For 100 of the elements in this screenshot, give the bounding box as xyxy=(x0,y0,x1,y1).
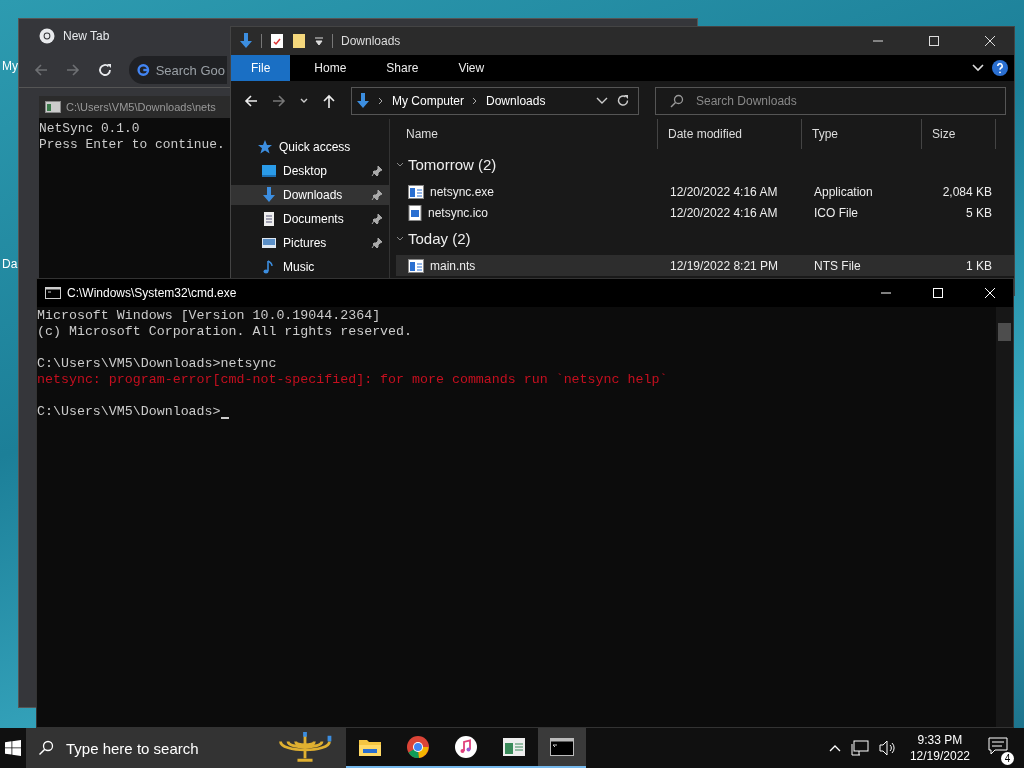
dropdown-icon[interactable] xyxy=(314,36,324,46)
back-arrow-icon[interactable] xyxy=(243,93,259,109)
console-line: Microsoft Windows [Version 10.0.19044.2364] xyxy=(37,308,381,324)
group-header[interactable]: Today (2) xyxy=(408,223,471,255)
refresh-icon[interactable] xyxy=(616,94,630,108)
up-arrow-icon[interactable] xyxy=(321,93,337,109)
console-app-icon xyxy=(45,287,61,299)
pictures-icon xyxy=(261,235,277,251)
star-icon xyxy=(257,139,273,155)
table-cell-text: Application xyxy=(813,184,874,199)
search-field[interactable]: Search Downloads xyxy=(655,87,1006,115)
window-title: Downloads xyxy=(341,34,401,48)
taskbar-search-field[interactable]: Type here to search xyxy=(26,728,346,768)
notification-count-badge: 4 xyxy=(1001,752,1014,765)
window-title: C:\Windows\System32\cmd.exe xyxy=(67,286,237,300)
table-cell-text: 1 KB xyxy=(965,258,993,273)
terminal-icon xyxy=(550,738,574,756)
network-icon[interactable] xyxy=(850,740,869,756)
file-row[interactable]: netsync.exe 12/20/2022 4:16 AM Application 2,084 KB xyxy=(396,181,1014,202)
collapse-chevron-icon[interactable] xyxy=(396,236,404,242)
clock-time: 9:33 PM xyxy=(917,732,963,748)
browser-tab[interactable]: New Tab xyxy=(63,29,110,43)
forward-arrow-icon[interactable] xyxy=(271,93,287,109)
console-line: Press Enter to continue. xyxy=(39,137,226,153)
breadcrumb-chevron-icon xyxy=(378,97,384,105)
nav-item[interactable]: Documents xyxy=(231,209,389,229)
menorah-icon xyxy=(276,732,334,764)
scrollbar[interactable] xyxy=(996,307,1013,727)
console-line: netsync: program-error[cmd-not-specified]: for more commands run `netsync help` xyxy=(37,372,668,388)
console-line: C:\Users\VM5\Downloads> xyxy=(37,404,221,420)
breadcrumb-item[interactable]: My Computer xyxy=(392,94,465,108)
file-name: main.nts xyxy=(430,258,476,273)
column-header[interactable]: Size xyxy=(922,119,996,149)
table-cell-text: 5 KB xyxy=(965,205,993,220)
column-header[interactable]: Type xyxy=(802,119,922,149)
console-line: (c) Microsoft Corporation. All rights reserved. xyxy=(37,324,413,340)
console-line: C:\Users\VM5\Downloads>netsync xyxy=(37,356,277,372)
music-note-icon xyxy=(454,735,478,759)
properties-icon[interactable] xyxy=(270,33,284,49)
notification-icon[interactable] xyxy=(988,737,1008,755)
desktop-icon-label[interactable]: Da xyxy=(2,257,18,271)
g-logo-icon xyxy=(137,62,150,78)
maximize-icon[interactable] xyxy=(929,36,939,46)
nav-item[interactable]: Downloads xyxy=(231,185,389,205)
search-icon xyxy=(670,94,684,108)
start-windows-icon[interactable] xyxy=(5,740,21,756)
document-icon xyxy=(261,211,277,227)
group-header[interactable]: Tomorrow (2) xyxy=(408,149,497,181)
console-line: NetSync 0.1.0 xyxy=(39,121,141,137)
address-bar[interactable]: Search Goo xyxy=(129,56,227,84)
breadcrumb-chevron-icon xyxy=(472,97,479,105)
table-cell-text: 2,084 KB xyxy=(941,184,993,199)
table-cell-text: 12/19/2022 8:21 PM xyxy=(669,258,780,273)
browser-logo-icon xyxy=(39,28,55,44)
volume-icon[interactable] xyxy=(878,740,897,756)
close-icon[interactable] xyxy=(985,36,995,46)
chevron-up-icon[interactable] xyxy=(828,744,841,752)
search-icon xyxy=(38,740,54,756)
clock-date: 12/19/2022 xyxy=(909,748,970,764)
ribbon-tab[interactable]: Share xyxy=(370,55,435,81)
nav-item[interactable]: Desktop xyxy=(231,161,389,181)
app-file-icon xyxy=(408,184,424,199)
breadcrumb-item[interactable]: Downloads xyxy=(486,94,546,108)
download-arrow-icon xyxy=(239,33,253,49)
browser-logo-icon xyxy=(406,735,430,759)
scrollbar-thumb[interactable] xyxy=(998,323,1011,341)
nav-item[interactable]: Quick access xyxy=(231,137,389,157)
file-row[interactable]: netsync.ico 12/20/2022 4:16 AM ICO File 5 KB xyxy=(396,202,1014,223)
text-cursor xyxy=(220,417,229,419)
column-header[interactable]: Date modified xyxy=(658,119,802,149)
table-cell-text: 12/20/2022 4:16 AM xyxy=(669,205,779,220)
new-folder-icon[interactable] xyxy=(292,33,306,49)
app-window-icon xyxy=(502,737,526,757)
desktop-icon xyxy=(261,163,277,179)
folder-icon xyxy=(358,737,382,757)
column-header[interactable]: Name xyxy=(396,119,658,149)
address-bar[interactable]: My Computer Downloads xyxy=(351,87,639,115)
ribbon-tab[interactable]: View xyxy=(442,55,501,81)
forward-arrow-icon[interactable] xyxy=(65,62,81,78)
file-row[interactable]: main.nts 12/19/2022 8:21 PM NTS File 1 KB xyxy=(396,255,1014,276)
file-name: netsync.exe xyxy=(430,184,495,199)
nav-item[interactable]: Pictures xyxy=(231,233,389,253)
taskbar-app[interactable] xyxy=(538,728,586,768)
expand-chevron-icon[interactable] xyxy=(972,64,984,72)
ribbon-tab[interactable]: File xyxy=(231,55,291,81)
collapse-chevron-icon[interactable] xyxy=(396,162,404,168)
table-cell-text: NTS File xyxy=(813,258,862,273)
dropdown-chevron-icon[interactable] xyxy=(596,97,608,105)
download-arrow-icon xyxy=(356,93,370,109)
table-cell-text: ICO File xyxy=(813,205,859,220)
nav-item[interactable]: Music xyxy=(231,257,389,277)
recent-chevron-icon[interactable] xyxy=(299,97,309,105)
reload-icon[interactable] xyxy=(97,62,113,78)
ribbon-tab[interactable]: Home xyxy=(298,55,363,81)
image-file-icon xyxy=(408,204,422,221)
console-app-icon xyxy=(45,101,61,113)
help-icon[interactable] xyxy=(992,60,1008,76)
clock[interactable]: 9:33 PM 12/19/2022 xyxy=(909,732,970,764)
console-title: C:\Users\VM5\Downloads\nets xyxy=(66,101,216,113)
app-file-icon xyxy=(408,258,424,273)
